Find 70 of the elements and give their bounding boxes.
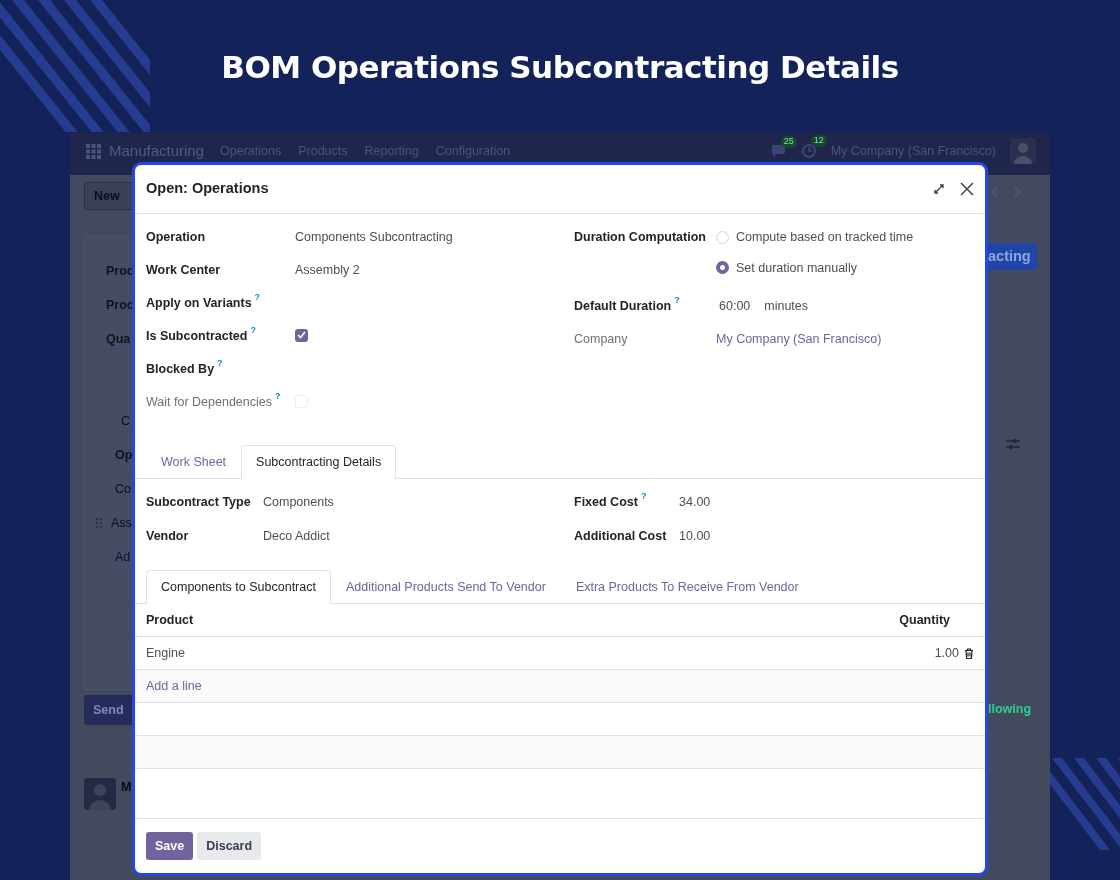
field-label: Qua xyxy=(106,330,131,348)
radio-label[interactable]: Set duration manually xyxy=(736,258,857,278)
save-button[interactable]: Save xyxy=(146,832,194,860)
table-cell-text: 1.00 xyxy=(934,644,959,662)
avatar-icon[interactable] xyxy=(1010,138,1036,164)
add-line-link[interactable]: Add a line xyxy=(146,676,202,696)
drag-handle-icon[interactable] xyxy=(95,517,103,529)
send-message-button[interactable]: Send xyxy=(84,695,132,725)
field-label: Wait for Dependencies xyxy=(146,393,272,411)
help-tooltip-marker[interactable]: ? xyxy=(250,323,256,338)
chat-icon[interactable] xyxy=(770,144,787,158)
field-label: Is Subcontracted xyxy=(146,327,248,345)
delete-button[interactable] xyxy=(964,647,974,659)
field-label: Fixed Cost xyxy=(574,494,638,512)
field-label: Duration Computation xyxy=(574,228,706,246)
help-tooltip-marker[interactable]: ? xyxy=(275,389,281,404)
field-label: Operation xyxy=(146,228,206,246)
help-tooltip-marker[interactable]: ? xyxy=(254,290,261,305)
help-tooltip-marker[interactable]: ? xyxy=(640,490,647,504)
field-label: Work Center xyxy=(146,261,221,279)
field-label: C xyxy=(121,412,131,430)
count-badge: 12 xyxy=(810,135,827,147)
discard-button[interactable]: Discard xyxy=(197,832,262,860)
field-value[interactable]: Assembly 2 xyxy=(295,260,360,288)
field-label: Apply on Variants xyxy=(146,294,252,312)
expand-icon xyxy=(934,183,944,194)
status-ribbon: acting xyxy=(988,243,1037,270)
count-badge: 25 xyxy=(780,136,797,148)
help-tooltip-marker[interactable]: ? xyxy=(217,356,223,371)
settings-sliders-icon[interactable] xyxy=(1006,438,1020,450)
tab[interactable]: Subcontracting Details xyxy=(241,445,397,480)
dialog-title: Open: Operations xyxy=(146,179,269,199)
table-cell-text: Co xyxy=(115,480,131,498)
radio-button[interactable] xyxy=(716,261,729,275)
following-status[interactable]: llowing xyxy=(988,700,1050,719)
column-header: Op xyxy=(115,446,132,464)
field-label: Additional Cost xyxy=(574,528,667,546)
field-label: Blocked By xyxy=(146,360,215,378)
tab[interactable]: Extra Products To Receive From Vendor xyxy=(560,570,814,604)
avatar-icon xyxy=(84,778,116,810)
column-header: Product xyxy=(146,611,194,629)
tab[interactable]: Additional Products Send To Vendor xyxy=(330,570,561,604)
field-label: Company xyxy=(574,331,628,349)
unit-label: minutes xyxy=(764,298,809,316)
radio-label[interactable]: Compute based on tracked time xyxy=(736,227,914,247)
field-value[interactable]: Components xyxy=(263,493,334,522)
page-title: BOM Operations Subcontracting Details xyxy=(221,48,899,88)
apps-menu-icon[interactable] xyxy=(86,143,101,159)
company-link[interactable]: My Company (San Francisco) xyxy=(716,330,882,358)
field-value[interactable]: Components Subcontracting xyxy=(295,227,453,255)
tab[interactable]: Components to Subcontract xyxy=(146,570,331,604)
field-value[interactable]: 10.00 xyxy=(679,527,711,556)
table-cell-text: Engine xyxy=(146,644,185,662)
field-value[interactable]: 34.00 xyxy=(679,493,711,522)
table-cell-text: Ass xyxy=(111,514,132,532)
field-value[interactable]: Deco Addict xyxy=(263,527,330,556)
message-author: M xyxy=(121,779,132,796)
field-label: Subcontract Type xyxy=(146,494,251,512)
close-button[interactable] xyxy=(960,181,974,196)
trash-icon xyxy=(964,647,974,659)
close-icon xyxy=(960,181,974,196)
clock-icon[interactable] xyxy=(800,143,817,159)
checkbox[interactable] xyxy=(295,328,308,342)
column-header: Quantity xyxy=(899,611,950,629)
field-label: Vendor xyxy=(146,528,189,546)
duration-value[interactable]: 60:00 xyxy=(719,297,751,325)
tab[interactable]: Work Sheet xyxy=(146,445,242,480)
field-label: Default Duration xyxy=(574,298,672,316)
help-tooltip-marker[interactable]: ? xyxy=(674,294,680,308)
expand-button[interactable] xyxy=(934,183,944,194)
